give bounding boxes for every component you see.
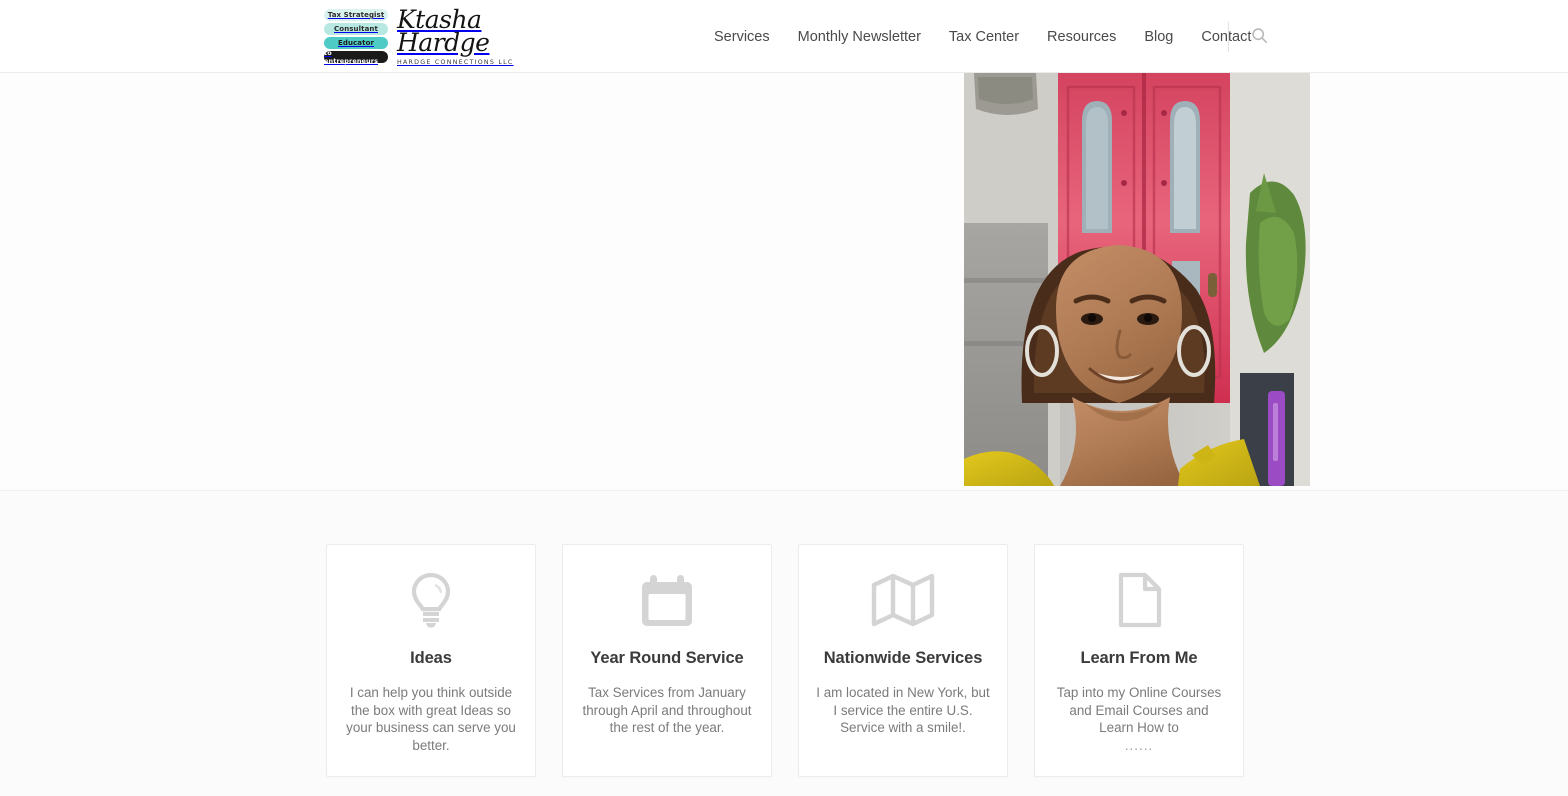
feature-card-text: I can help you think outside the box wit… bbox=[346, 685, 516, 753]
search-icon bbox=[1251, 27, 1268, 47]
logo-wordmark: Ktasha Hardge HARDGE CONNECTIONS LLC bbox=[397, 7, 514, 66]
site-logo[interactable]: Tax Strategist Consultant Educator to en… bbox=[324, 7, 514, 66]
feature-card-year-round-service[interactable]: Year Round Service Tax Services from Jan… bbox=[562, 544, 772, 778]
logo-badge-consultant: Consultant bbox=[324, 23, 388, 35]
feature-card-title: Year Round Service bbox=[590, 649, 744, 667]
logo-badge-to-entrepreneurs: to entrepreneurs bbox=[324, 49, 388, 65]
feature-card-ellipsis: ...... bbox=[1124, 737, 1154, 753]
document-icon bbox=[1115, 571, 1163, 629]
feature-card-text: I am located in New York, but I service … bbox=[816, 685, 990, 736]
lightbulb-icon bbox=[407, 571, 455, 629]
calendar-icon bbox=[639, 571, 695, 629]
feature-cards-section: Ideas I can help you think outside the b… bbox=[0, 491, 1568, 778]
header-divider bbox=[1228, 21, 1229, 52]
main-navigation: Services Monthly Newsletter Tax Center R… bbox=[700, 0, 1265, 73]
feature-card-ideas[interactable]: Ideas I can help you think outside the b… bbox=[326, 544, 536, 778]
search-button[interactable] bbox=[1251, 27, 1268, 47]
feature-card-title: Learn From Me bbox=[1080, 649, 1198, 667]
nav-item-monthly-newsletter[interactable]: Monthly Newsletter bbox=[784, 29, 935, 45]
feature-card-text: Tap into my Online Courses and Email Cou… bbox=[1056, 685, 1222, 736]
logo-badge-stack: Tax Strategist Consultant Educator to en… bbox=[324, 7, 388, 65]
header-utility-area bbox=[1228, 0, 1268, 73]
feature-card-title: Nationwide Services bbox=[823, 649, 983, 667]
hero-portrait-graphic bbox=[964, 73, 1310, 486]
site-header: Tax Strategist Consultant Educator to en… bbox=[0, 0, 1568, 73]
logo-badge-tax-strategist: Tax Strategist bbox=[324, 9, 388, 21]
nav-item-resources[interactable]: Resources bbox=[1033, 29, 1130, 45]
map-icon bbox=[870, 571, 936, 629]
hero-portrait-image bbox=[964, 73, 1310, 486]
logo-subtitle: HARDGE CONNECTIONS LLC bbox=[397, 59, 514, 66]
nav-item-services[interactable]: Services bbox=[700, 29, 784, 45]
logo-script-line-2: Hardge bbox=[397, 28, 490, 57]
hero-section bbox=[0, 73, 1568, 491]
feature-card-learn-from-me[interactable]: Learn From Me Tap into my Online Courses… bbox=[1034, 544, 1244, 778]
nav-item-tax-center[interactable]: Tax Center bbox=[935, 29, 1033, 45]
feature-card-title: Ideas bbox=[410, 649, 452, 667]
feature-cards-row: Ideas I can help you think outside the b… bbox=[0, 544, 1568, 778]
logo-badge-educator: Educator bbox=[324, 37, 388, 49]
feature-card-nationwide-services[interactable]: Nationwide Services I am located in New … bbox=[798, 544, 1008, 778]
feature-card-text: Tax Services from January through April … bbox=[582, 685, 752, 736]
nav-item-blog[interactable]: Blog bbox=[1130, 29, 1187, 45]
